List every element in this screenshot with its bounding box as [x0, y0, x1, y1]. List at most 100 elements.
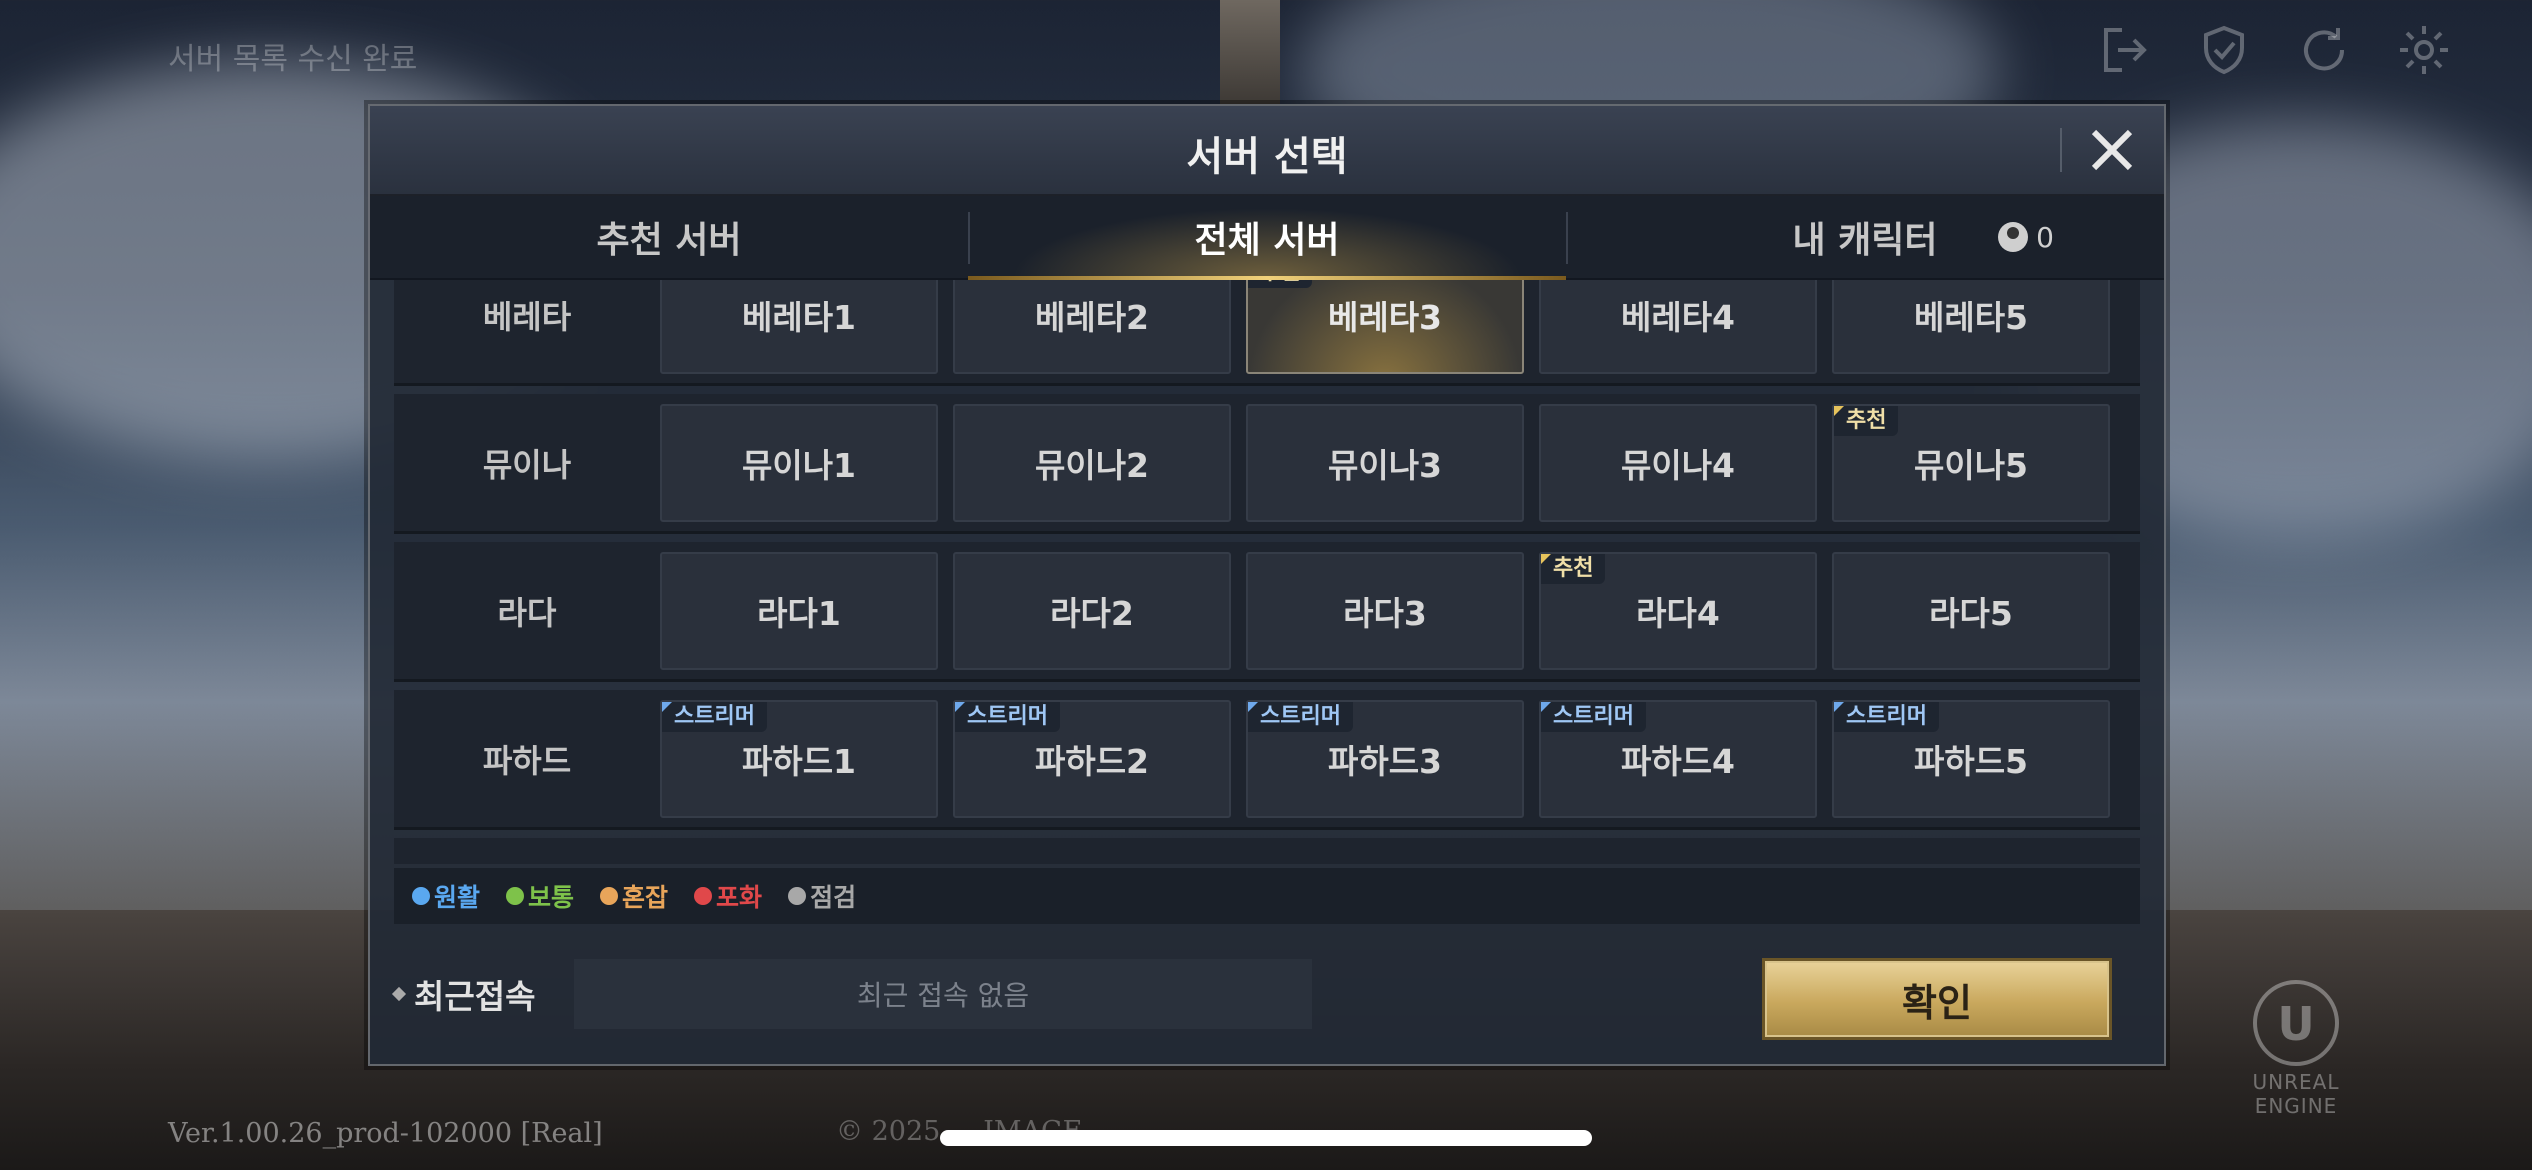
recommended-badge: 추천: [1834, 405, 1899, 436]
server-group-row: 파하드 스트리머 파하드1 스트리머 파하드2 스트리머 파하드3 스트리머 파하드4 스트리머 파…: [394, 690, 2140, 830]
streamer-badge: 스트리머: [955, 701, 1060, 732]
server-name: 파하드5: [1913, 741, 2029, 781]
streamer-badge: 스트리머: [662, 701, 767, 732]
engine-logo-text: UNREAL ENGINE: [2252, 1070, 2340, 1118]
modal-header: 서버 선택: [370, 106, 2164, 196]
server-button[interactable]: 추천뮤이나5: [1832, 403, 2110, 522]
character-count-value: 0: [2036, 220, 2054, 254]
server-group-row: 라다 라다1 라다2 라다3 추천라다4 라다5: [394, 542, 2140, 682]
server-button[interactable]: 라다1: [660, 551, 938, 670]
recommended-badge: 추천: [1541, 553, 1606, 584]
refresh-icon[interactable]: [2296, 22, 2352, 78]
close-button[interactable]: [2060, 120, 2142, 180]
confirm-button[interactable]: 확인: [1762, 958, 2112, 1040]
server-select-modal: 서버 선택 추천 서버 전체 서버 내 캐릭터 0 베레타베레타1베레타2추천베…: [368, 104, 2166, 1066]
diamond-icon: [391, 986, 407, 1002]
server-name: 뮤이나1: [741, 445, 857, 485]
server-button[interactable]: 라다5: [1832, 551, 2110, 670]
recent-access-row: 최근접속 최근 접속 없음 확인: [391, 958, 2140, 1040]
person-icon: [1998, 222, 2029, 252]
legend-item: 점검: [788, 878, 856, 914]
server-group-label: 베레타: [482, 297, 572, 336]
tab-bar: 추천 서버 전체 서버 내 캐릭터 0: [370, 196, 2164, 280]
status-legend: 원활 보통 혼잡 포화 점검: [394, 868, 2140, 924]
top-icon-bar: [2096, 22, 2452, 78]
recent-access-label: 최근접속: [391, 970, 574, 1018]
server-list[interactable]: 베레타베레타1베레타2추천베레타3베레타4베레타5뮤이나뮤이나1뮤이나2뮤이나3…: [394, 280, 2140, 864]
server-button[interactable]: 라다3: [1246, 551, 1524, 670]
close-icon: [2091, 129, 2133, 171]
character-count: 0: [1998, 221, 2054, 254]
server-name: 뮤이나3: [1327, 445, 1443, 485]
streamer-badge: 스트리머: [1834, 701, 1939, 732]
status-dot-icon: [694, 887, 713, 905]
server-group-row: 뮤이나 뮤이나1 뮤이나2 뮤이나3 뮤이나4 추천 뮤이나5: [394, 394, 2140, 534]
server-button[interactable]: 스트리머파하드5: [1832, 699, 2110, 818]
server-button[interactable]: 라다2: [953, 551, 1231, 670]
streamer-badge: 스트리머: [1248, 701, 1353, 732]
server-group-row: 베레타 베레타1 베레타2 추천베레타3 베레타4 베레타5: [394, 280, 2140, 386]
server-name: 라다4: [1636, 593, 1720, 633]
home-indicator[interactable]: [940, 1130, 1592, 1146]
background-tower: [1220, 0, 1280, 110]
server-button[interactable]: 베레타4: [1539, 280, 1817, 374]
tab-label: 전체 서버: [1194, 220, 1340, 261]
legend-item: 원활: [412, 878, 480, 914]
legend-label: 포화: [716, 883, 763, 912]
modal-title: 서버 선택: [1186, 134, 1348, 180]
legend-label: 점검: [810, 883, 857, 912]
streamer-badge: 스트리머: [1541, 701, 1646, 732]
logout-icon[interactable]: [2096, 22, 2152, 78]
server-name: 뮤이나4: [1620, 445, 1736, 485]
shield-check-icon[interactable]: [2196, 22, 2252, 78]
server-button[interactable]: 뮤이나3: [1246, 403, 1524, 522]
server-list-status: 서버 목록 수신 완료: [168, 42, 418, 77]
server-name: 파하드1: [741, 741, 857, 781]
tab-all-servers[interactable]: 전체 서버: [968, 196, 1566, 280]
server-name: 파하드4: [1620, 741, 1736, 781]
status-dot-icon: [600, 887, 619, 905]
server-button[interactable]: 추천베레타3: [1246, 280, 1524, 374]
server-name: 뮤이나2: [1034, 445, 1150, 485]
unreal-logo-icon: U: [2253, 980, 2339, 1066]
server-button[interactable]: 베레타2: [953, 280, 1231, 374]
server-button[interactable]: 스트리머파하드2: [953, 699, 1231, 818]
server-name: 베레타5: [1913, 297, 2029, 337]
legend-item: 보통: [506, 878, 574, 914]
server-button[interactable]: 뮤이나1: [660, 403, 938, 522]
server-name: 라다2: [1050, 593, 1134, 633]
server-name: 라다5: [1929, 593, 2013, 633]
server-button[interactable]: 스트리머파하드4: [1539, 699, 1817, 818]
unreal-engine-logo: U UNREAL ENGINE: [2236, 980, 2356, 1118]
server-group-label: 파하드: [482, 741, 572, 780]
server-name: 파하드3: [1327, 741, 1443, 781]
recommended-badge: 추천: [1248, 280, 1313, 288]
legend-item: 혼잡: [600, 878, 668, 914]
legend-item: 포화: [694, 878, 762, 914]
server-button[interactable]: 베레타5: [1832, 280, 2110, 374]
status-dot-icon: [506, 887, 525, 905]
tab-my-characters[interactable]: 내 캐릭터 0: [1566, 196, 2164, 278]
server-button[interactable]: 뮤이나4: [1539, 403, 1817, 522]
server-button[interactable]: 스트리머파하드1: [660, 699, 938, 818]
server-name: 베레타2: [1034, 297, 1150, 337]
tab-label: 내 캐릭터: [1792, 220, 1938, 261]
recent-access-field: 최근 접속 없음: [574, 959, 1312, 1029]
server-button[interactable]: 스트리머파하드3: [1246, 699, 1524, 818]
server-button[interactable]: 베레타1: [660, 280, 938, 374]
server-button[interactable]: 뮤이나2: [953, 403, 1231, 522]
server-button[interactable]: 추천라다4: [1539, 551, 1817, 670]
server-name: 라다3: [1343, 593, 1427, 633]
server-group-label: 라다: [497, 593, 557, 632]
settings-gear-icon[interactable]: [2396, 22, 2452, 78]
server-name: 베레타4: [1620, 297, 1736, 337]
legend-label: 혼잡: [622, 883, 669, 912]
server-name: 뮤이나5: [1913, 445, 2029, 485]
status-dot-icon: [788, 887, 807, 905]
tab-recommended-servers[interactable]: 추천 서버: [370, 196, 968, 278]
legend-label: 보통: [528, 883, 575, 912]
status-dot-icon: [412, 887, 430, 905]
tab-label: 추천 서버: [596, 220, 742, 261]
server-name: 파하드2: [1034, 741, 1150, 781]
recent-access-label-text: 최근접속: [414, 977, 536, 1016]
